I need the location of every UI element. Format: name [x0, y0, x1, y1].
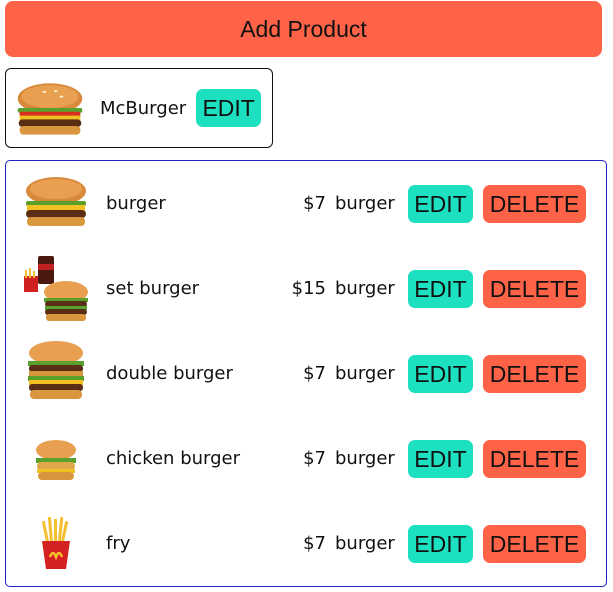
burger-icon: [12, 76, 88, 140]
product-category: burger: [335, 533, 395, 554]
list-item: burger $7 burger EDIT DELETE: [6, 165, 606, 245]
product-category: burger: [335, 363, 395, 384]
product-price: $15: [291, 278, 326, 299]
product-category: burger: [335, 448, 395, 469]
edit-button[interactable]: EDIT: [408, 355, 473, 393]
delete-button[interactable]: DELETE: [483, 440, 586, 478]
product-price: $7: [303, 448, 326, 469]
product-price: $7: [303, 363, 326, 384]
product-list: burger $7 burger EDIT DELETE set burger: [5, 160, 607, 587]
fries-icon: [16, 505, 96, 585]
list-item: chicken burger $7 burger EDIT DELETE: [6, 420, 606, 500]
delete-button[interactable]: DELETE: [483, 270, 586, 308]
edit-button[interactable]: EDIT: [408, 525, 473, 563]
list-item: set burger $15 burger EDIT DELETE: [6, 250, 606, 330]
burger-icon: [16, 165, 96, 245]
product-category: burger: [335, 278, 395, 299]
delete-button[interactable]: DELETE: [483, 185, 586, 223]
product-price: $7: [303, 533, 326, 554]
product-name: set burger: [106, 278, 200, 299]
add-product-button[interactable]: Add Product: [5, 1, 602, 57]
edit-button[interactable]: EDIT: [408, 440, 473, 478]
edit-button[interactable]: EDIT: [408, 270, 473, 308]
edit-button[interactable]: EDIT: [408, 185, 473, 223]
delete-button[interactable]: DELETE: [483, 355, 586, 393]
list-item: fry $7 burger EDIT DELETE: [6, 505, 606, 585]
double-burger-icon: [16, 335, 96, 415]
product-name: chicken burger: [106, 448, 241, 469]
store-card: McBurger EDIT: [5, 68, 273, 148]
set-meal-icon: [16, 250, 96, 330]
product-category: burger: [335, 193, 395, 214]
delete-button[interactable]: DELETE: [483, 525, 586, 563]
product-name: fry: [106, 533, 131, 554]
store-edit-button[interactable]: EDIT: [196, 89, 262, 127]
product-price: $7: [303, 193, 326, 214]
product-name: double burger: [106, 363, 233, 384]
product-name: burger: [106, 193, 166, 214]
list-item: double burger $7 burger EDIT DELETE: [6, 335, 606, 415]
chicken-burger-icon: [16, 420, 96, 500]
store-name: McBurger: [100, 97, 187, 119]
